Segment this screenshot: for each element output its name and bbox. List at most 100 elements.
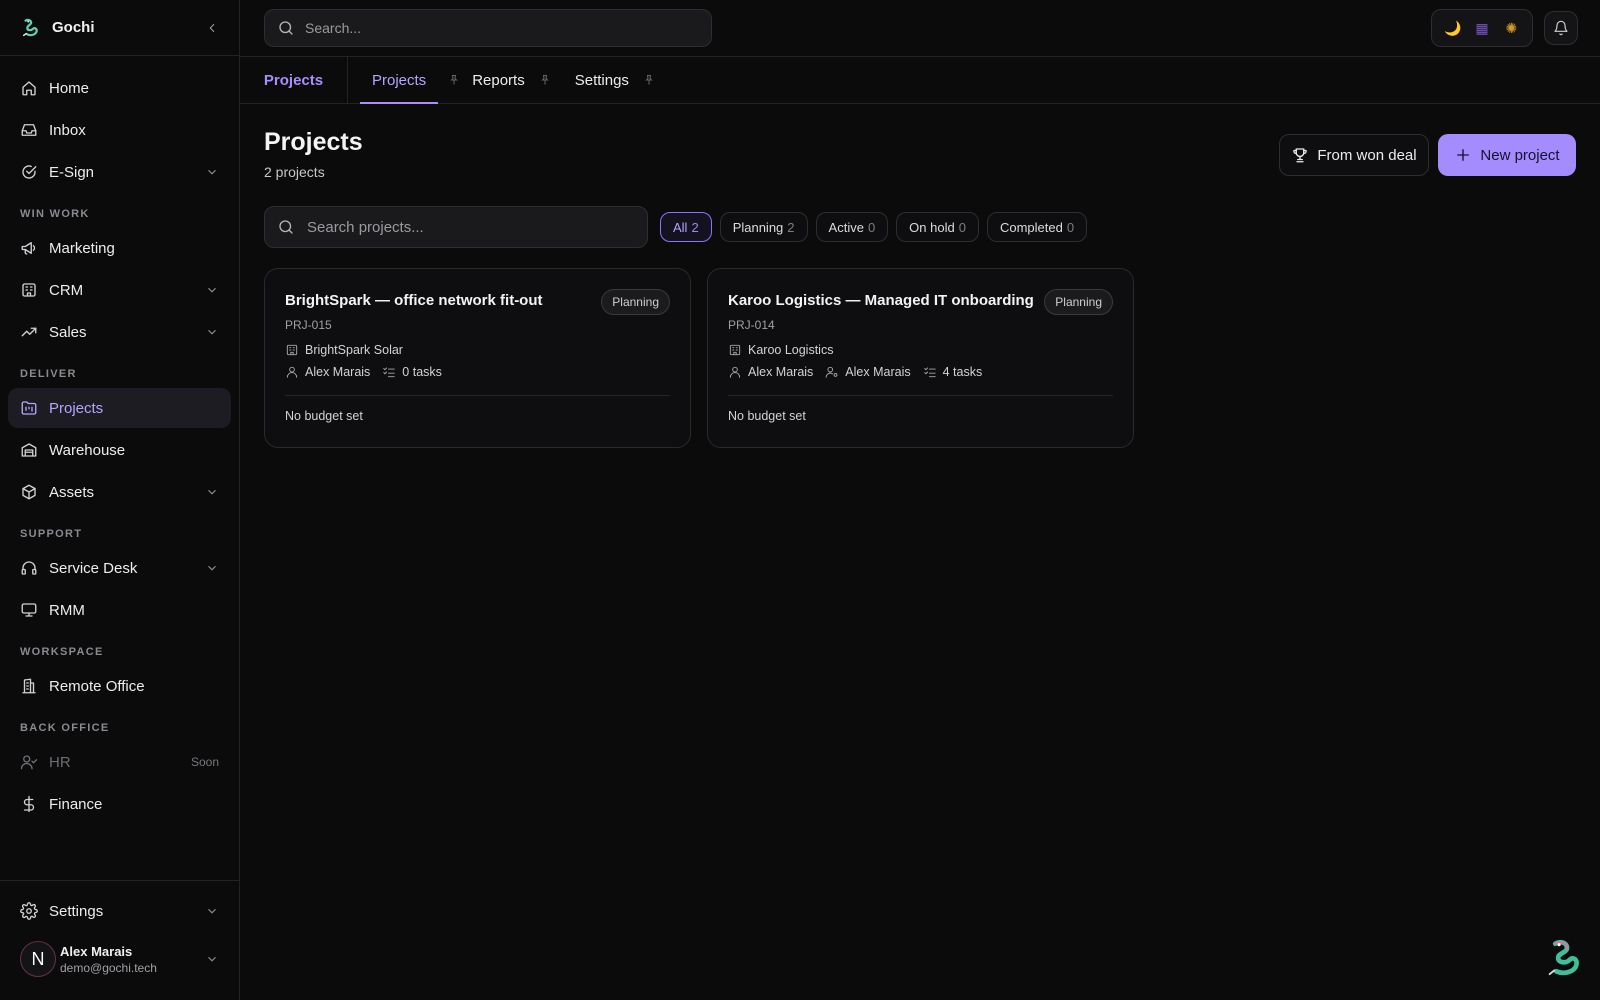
- new-project-button[interactable]: New project: [1438, 134, 1576, 176]
- sidebar-item-label: E-Sign: [49, 163, 95, 181]
- status-badge: Planning: [601, 289, 670, 315]
- tab-label: Reports: [472, 71, 525, 89]
- notifications-button[interactable]: [1544, 11, 1578, 45]
- module-title[interactable]: Projects: [240, 57, 348, 103]
- filter-count: 0: [867, 219, 876, 235]
- sidebar-item-label: HR: [49, 753, 71, 771]
- filter-label: On hold: [909, 219, 955, 235]
- project-card[interactable]: Karoo Logistics — Managed IT onboarding …: [707, 268, 1134, 448]
- section-title: DELIVER: [20, 368, 77, 380]
- check-circle-icon: [20, 163, 38, 181]
- gochi-logo-icon: [22, 18, 38, 36]
- user-icon: [728, 365, 742, 379]
- sidebar-item-home[interactable]: Home: [8, 68, 231, 108]
- megaphone-icon: [20, 239, 38, 257]
- from-won-deal-button[interactable]: From won deal: [1279, 134, 1429, 176]
- project-tasks: 4 tasks: [942, 365, 983, 379]
- project-id: PRJ-014: [728, 318, 775, 332]
- pin-icon[interactable]: [448, 74, 460, 86]
- chevron-down-icon: [205, 325, 219, 339]
- user-menu[interactable]: N Alex Marais demo@gochi.tech: [0, 941, 239, 977]
- filter-active[interactable]: Active 0: [815, 212, 889, 242]
- sidebar-item-sales[interactable]: Sales: [8, 312, 231, 352]
- sidebar: Gochi Home Inbox E-Sign WIN WORK Marketi…: [0, 0, 240, 1000]
- project-search[interactable]: [264, 206, 648, 248]
- card-divider: [285, 395, 670, 396]
- collapse-sidebar-icon[interactable]: [205, 21, 219, 35]
- bell-icon: [1553, 20, 1569, 36]
- filter-label: Planning: [732, 219, 784, 235]
- filter-completed[interactable]: Completed 0: [986, 212, 1088, 242]
- warehouse-icon: [20, 441, 38, 459]
- sidebar-item-label: Settings: [49, 902, 104, 920]
- tab-projects[interactable]: Projects: [360, 57, 458, 104]
- sidebar-item-remote-office[interactable]: Remote Office: [8, 666, 231, 706]
- sidebar-item-settings[interactable]: Settings: [8, 891, 231, 931]
- card-divider: [728, 395, 1113, 396]
- section-title: BACK OFFICE: [20, 722, 110, 734]
- project-id: PRJ-015: [285, 318, 332, 332]
- filter-all[interactable]: All 2: [660, 212, 712, 242]
- sidebar-item-service-desk[interactable]: Service Desk: [8, 548, 231, 588]
- project-tasks: 0 tasks: [402, 365, 442, 379]
- global-search[interactable]: [264, 9, 712, 47]
- dollar-icon: [20, 795, 38, 813]
- package-icon: [20, 483, 38, 501]
- sidebar-item-rmm[interactable]: RMM: [8, 590, 231, 630]
- sidebar-nav: Home Inbox E-Sign WIN WORK Marketing CRM…: [8, 68, 231, 826]
- status-badge: Planning: [1044, 289, 1113, 315]
- project-card[interactable]: BrightSpark — office network fit-out PRJ…: [264, 268, 691, 448]
- user-meta: Alex Marais demo@gochi.tech: [60, 944, 205, 975]
- section-title: WORKSPACE: [20, 646, 104, 658]
- office-building-icon: [20, 677, 38, 695]
- gear-icon: [20, 902, 38, 920]
- button-label: New project: [1480, 146, 1560, 164]
- sidebar-item-label: Projects: [49, 399, 104, 417]
- user-name: Alex Marais: [60, 943, 133, 959]
- sidebar-item-label: Finance: [49, 795, 103, 813]
- tab-settings[interactable]: Settings: [563, 57, 667, 103]
- building-icon: [728, 343, 742, 357]
- sidebar-item-label: Marketing: [49, 239, 115, 257]
- sidebar-item-esign[interactable]: E-Sign: [8, 152, 231, 192]
- section-title: WIN WORK: [20, 208, 90, 220]
- sidebar-item-inbox[interactable]: Inbox: [8, 110, 231, 150]
- sidebar-item-label: Service Desk: [49, 559, 138, 577]
- project-company: Karoo Logistics: [748, 343, 834, 357]
- grid-theme-icon[interactable]: ▦: [1471, 20, 1493, 37]
- sidebar-item-finance[interactable]: Finance: [8, 784, 231, 824]
- project-company: BrightSpark Solar: [305, 343, 403, 357]
- sidebar-item-crm[interactable]: CRM: [8, 270, 231, 310]
- user-cog-icon: [825, 365, 839, 379]
- assistant-mascot-icon[interactable]: [1542, 938, 1580, 978]
- pin-icon[interactable]: [643, 74, 655, 86]
- folder-kanban-icon: [20, 399, 38, 417]
- search-icon: [277, 19, 295, 37]
- project-assignee: Alex Marais: [845, 365, 911, 379]
- sidebar-item-marketing[interactable]: Marketing: [8, 228, 231, 268]
- chevron-down-icon: [205, 165, 219, 179]
- filter-count: 0: [958, 219, 966, 235]
- sidebar-item-projects[interactable]: Projects: [8, 388, 231, 428]
- project-meta-row: Alex Marais 0 tasks: [285, 365, 670, 379]
- project-search-input[interactable]: [307, 218, 635, 236]
- chevron-down-icon: [205, 561, 219, 575]
- project-company-row: BrightSpark Solar: [285, 343, 670, 357]
- sidebar-item-warehouse[interactable]: Warehouse: [8, 430, 231, 470]
- filter-label: Active: [828, 219, 864, 235]
- filter-count: 2: [787, 219, 795, 235]
- filter-planning[interactable]: Planning 2: [719, 212, 808, 242]
- filter-on-hold[interactable]: On hold 0: [896, 212, 979, 242]
- moon-icon[interactable]: 🌙: [1442, 20, 1464, 37]
- project-company-row: Karoo Logistics: [728, 343, 1113, 357]
- building-icon: [285, 343, 299, 357]
- tab-reports[interactable]: Reports: [460, 57, 563, 103]
- sidebar-item-label: RMM: [49, 601, 85, 619]
- global-search-input[interactable]: [305, 20, 699, 36]
- app-name: Gochi: [52, 19, 95, 36]
- pin-icon[interactable]: [539, 74, 551, 86]
- headphones-icon: [20, 559, 38, 577]
- sun-icon[interactable]: ✺: [1500, 20, 1522, 37]
- list-checks-icon: [382, 365, 396, 379]
- sidebar-item-assets[interactable]: Assets: [8, 472, 231, 512]
